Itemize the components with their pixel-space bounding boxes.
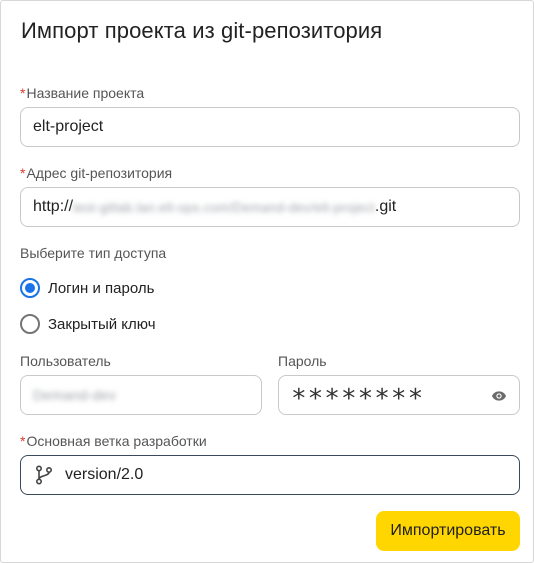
eye-icon[interactable] [491,388,507,409]
import-dialog: Импорт проекта из git-репозитория *Назва… [0,0,534,563]
import-button[interactable]: Импортировать [376,511,520,551]
radio-dot [25,283,35,293]
repo-address-blurred: test-gitlab.lan.elt-ops.com/Demand-dev/e… [73,199,375,215]
radio-button-unchecked[interactable] [20,314,40,334]
required-mark: * [20,85,26,101]
user-value-blurred: Demand-dev [33,387,117,403]
password-label: Пароль [278,353,327,369]
git-branch-icon [35,465,53,485]
radio-button-checked[interactable] [20,278,40,298]
repo-address-label-text: Адрес git-репозитория [26,165,173,181]
repo-address-label: *Адрес git-репозитория [20,164,172,182]
repo-address-prefix: http:// [33,198,74,215]
radio-login-password[interactable]: Логин и пароль [20,278,154,298]
access-type-label: Выберите тип доступа [20,245,167,261]
repo-address-suffix: .git [374,198,397,215]
project-name-input[interactable]: elt-project [20,107,520,147]
user-input[interactable]: Demand-dev [20,375,262,415]
branch-label: *Основная ветка разработки [20,432,207,450]
project-name-label-text: Название проекта [26,85,145,101]
project-name-label: *Название проекта [20,84,144,102]
user-label: Пользователь [20,353,111,369]
required-mark: * [20,433,26,449]
repo-address-input[interactable]: http://test-gitlab.lan.elt-ops.com/Deman… [20,187,520,227]
branch-value: version/2.0 [65,466,144,483]
radio-private-key[interactable]: Закрытый ключ [20,314,156,334]
branch-input[interactable]: version/2.0 [20,455,520,495]
radio-private-key-label: Закрытый ключ [48,315,156,333]
password-input[interactable]: ******** [278,375,520,415]
password-mask: ******** [291,384,425,414]
project-name-value: elt-project [33,118,104,135]
radio-login-password-label: Логин и пароль [48,279,155,297]
dialog-title: Импорт проекта из git-репозитория [21,18,383,43]
required-mark: * [20,165,26,181]
branch-label-text: Основная ветка разработки [26,433,207,449]
